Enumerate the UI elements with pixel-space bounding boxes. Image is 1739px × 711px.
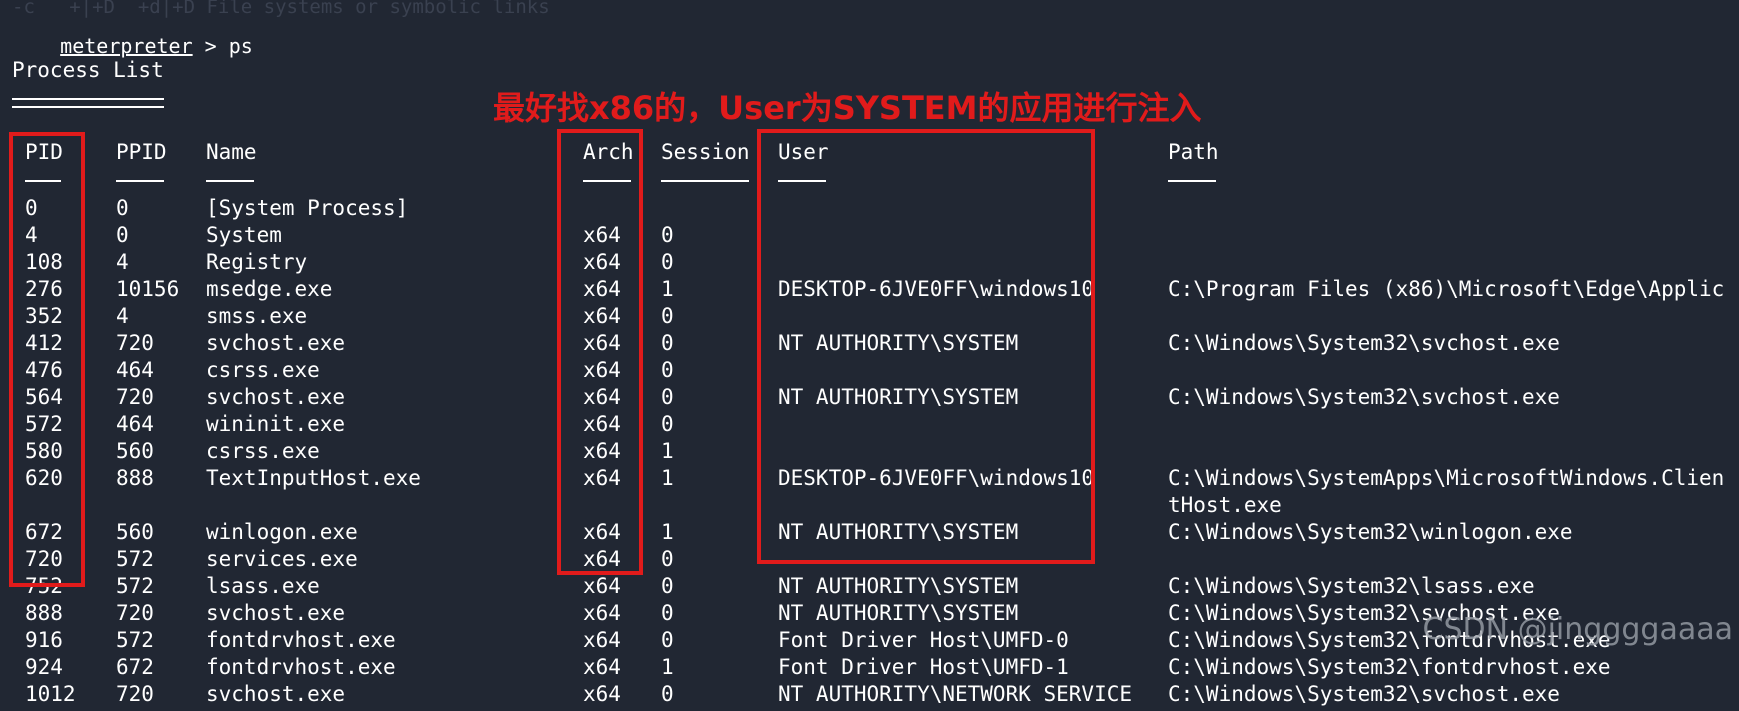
cell-name: System [206,223,282,247]
cell-arch: x64 [583,574,621,598]
cell-name: wininit.exe [206,412,346,436]
header-underline [206,180,254,182]
cell-path: C:\Windows\System32\fontdrvhost.exe [1168,655,1611,679]
cell-name: svchost.exe [206,601,346,625]
cell-name: svchost.exe [206,682,346,706]
arch-highlight-box [557,129,643,575]
cell-path: C:\Windows\SystemApps\MicrosoftWindows.C… [1168,466,1725,490]
cell-path: C:\Windows\System32\winlogon.exe [1168,520,1573,544]
cell-pid: 916 [25,628,63,652]
cell-user: Font Driver Host\UMFD-1 [778,655,1069,679]
cell-session: 0 [661,223,674,247]
cell-path: C:\Windows\System32\lsass.exe [1168,574,1535,598]
cell-session: 1 [661,655,674,679]
cell-path: C:\Windows\System32\svchost.exe [1168,331,1560,355]
cell-session: 1 [661,439,674,463]
cell-session: 0 [661,412,674,436]
cell-user: NT AUTHORITY\NETWORK SERVICE [778,682,1133,706]
cell-session: 1 [661,520,674,544]
process-list-title: Process List [12,58,164,82]
cell-path: C:\Program Files (x86)\Microsoft\Edge\Ap… [1168,277,1725,301]
cell-name: Registry [206,250,308,274]
header-underline [116,180,164,182]
annotation-note: 最好找x86的，User为SYSTEM的应用进行注入 [493,89,1202,127]
cell-name: fontdrvhost.exe [206,628,396,652]
cell-ppid: 720 [116,682,154,706]
cell-session: 0 [661,331,674,355]
cell-name: TextInputHost.exe [206,466,421,490]
cell-session: 0 [661,250,674,274]
header-underline [1168,180,1216,182]
cell-ppid: 720 [116,331,154,355]
terminal-window[interactable]: -c +|+D +d|+D File systems or symbolic l… [0,0,1739,711]
cell-session: 1 [661,466,674,490]
cell-path-wrap: tHost.exe [1168,493,1282,517]
header-ppid: PPID [116,140,167,164]
header-name: Name [206,140,257,164]
cell-name: [System Process] [206,196,409,220]
csdn-watermark: CSDN @jinggggaaaa [1422,612,1733,647]
cell-session: 0 [661,547,674,571]
cell-path: C:\Windows\System32\svchost.exe [1168,385,1560,409]
header-path: Path [1168,140,1219,164]
cell-user: NT AUTHORITY\SYSTEM [778,574,1019,598]
cell-ppid: 888 [116,466,154,490]
cell-name: smss.exe [206,304,308,328]
prompt-user: meterpreter [60,34,193,58]
cell-ppid: 464 [116,412,154,436]
cell-path: C:\Windows\System32\svchost.exe [1168,682,1560,706]
cell-ppid: 4 [116,304,129,328]
cell-session: 0 [661,628,674,652]
cell-arch: x64 [583,655,621,679]
cell-arch: x64 [583,682,621,706]
cell-session: 0 [661,682,674,706]
cell-name: lsass.exe [206,574,320,598]
cell-arch: x64 [583,628,621,652]
cell-session: 0 [661,385,674,409]
cell-name: msedge.exe [206,277,333,301]
cell-ppid: 560 [116,520,154,544]
cell-pid: 888 [25,601,63,625]
prompt-command: ps [228,34,253,58]
cell-name: svchost.exe [206,385,346,409]
pid-highlight-box [9,132,85,587]
cell-name: svchost.exe [206,331,346,355]
cell-ppid: 4 [116,250,129,274]
cell-session: 0 [661,304,674,328]
title-underline [12,98,164,108]
cell-ppid: 464 [116,358,154,382]
cell-name: winlogon.exe [206,520,358,544]
cell-ppid: 560 [116,439,154,463]
header-session: Session [661,140,750,164]
user-highlight-box [757,129,1095,564]
cell-name: fontdrvhost.exe [206,655,396,679]
cell-ppid: 720 [116,601,154,625]
cell-user: NT AUTHORITY\SYSTEM [778,601,1019,625]
cell-session: 1 [661,277,674,301]
cell-arch: x64 [583,601,621,625]
cell-ppid: 0 [116,196,129,220]
cell-ppid: 672 [116,655,154,679]
cell-ppid: 572 [116,628,154,652]
cell-ppid: 0 [116,223,129,247]
cell-ppid: 10156 [116,277,180,301]
cell-ppid: 720 [116,385,154,409]
prompt-separator: > [192,34,229,58]
cell-user: Font Driver Host\UMFD-0 [778,628,1069,652]
cell-session: 0 [661,358,674,382]
cell-pid: 924 [25,655,63,679]
cell-name: csrss.exe [206,439,320,463]
cell-name: csrss.exe [206,358,320,382]
header-underline [661,180,749,182]
cell-ppid: 572 [116,574,154,598]
cell-session: 0 [661,601,674,625]
cell-ppid: 572 [116,547,154,571]
cell-name: services.exe [206,547,358,571]
cell-session: 0 [661,574,674,598]
cell-pid: 1012 [25,682,76,706]
